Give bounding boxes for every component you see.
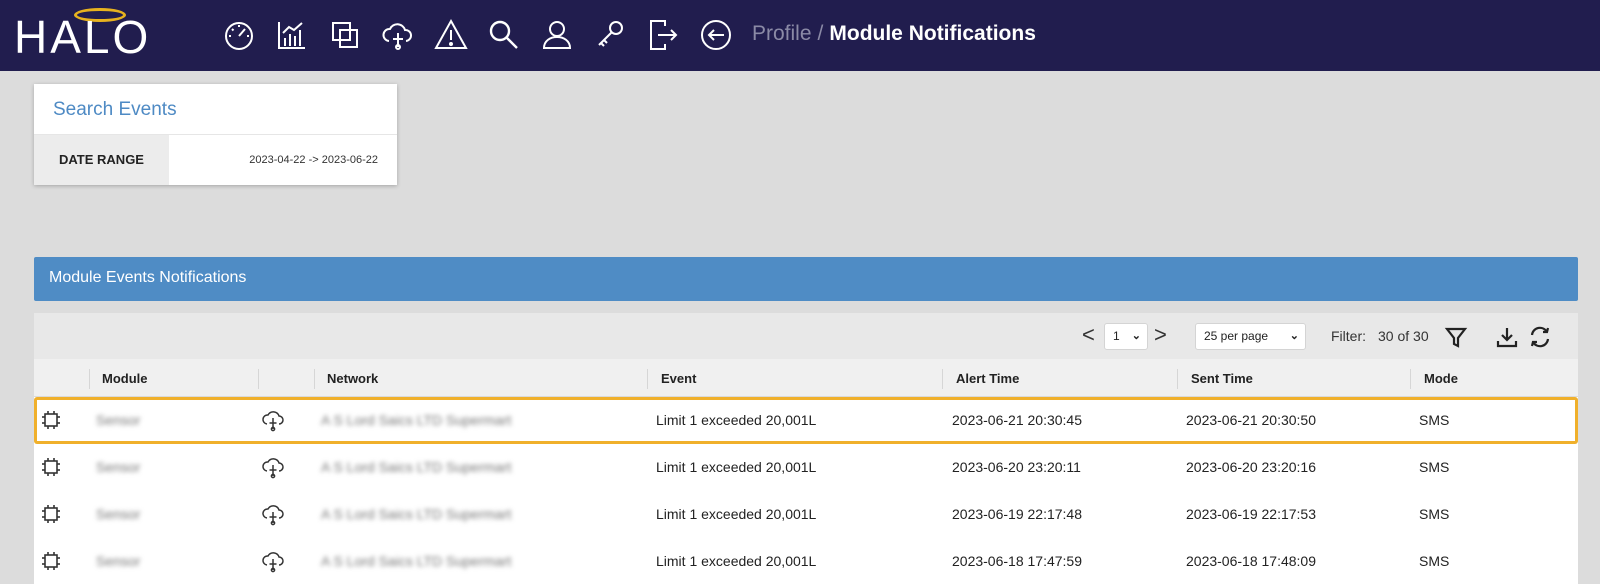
network-cell: A S Lord Saics LTD Supermart [321,412,512,428]
search-events-card: Search Events DATE RANGE 2023-04-22 -> 2… [34,84,397,185]
sent-time-cell: 2023-06-18 17:48:09 [1186,553,1316,569]
column-header-network[interactable]: Network [327,371,378,386]
key-icon[interactable] [591,16,629,54]
table-row[interactable]: Sensor A S Lord Saics LTD Supermart Limi… [34,397,1578,444]
logo-text: HALO [14,11,152,63]
column-divider [258,369,259,389]
column-divider [1177,369,1178,389]
event-cell: Limit 1 exceeded 20,001L [656,412,817,428]
date-range-picker[interactable]: 2023-04-22 -> 2023-06-22 [169,135,397,185]
cloud-network-icon[interactable] [379,16,417,54]
table-row[interactable]: Sensor A S Lord Saics LTD Supermart Limi… [34,444,1578,491]
column-header-alert-time[interactable]: Alert Time [956,371,1019,386]
per-page-value: 25 per page [1204,329,1269,343]
copy-icon[interactable] [326,16,364,54]
column-divider [647,369,648,389]
search-icon[interactable] [485,16,523,54]
module-cell: Sensor [96,412,141,428]
column-divider [314,369,315,389]
sent-time-cell: 2023-06-20 23:20:16 [1186,459,1316,475]
alert-time-cell: 2023-06-18 17:47:59 [952,553,1082,569]
refresh-icon[interactable] [1528,325,1552,349]
column-header-event[interactable]: Event [661,371,696,386]
top-nav-bar: HALO Profile / Module Notifications [0,0,1600,71]
warning-icon[interactable] [432,16,470,54]
breadcrumb-profile-link[interactable]: Profile [752,22,812,45]
event-cell: Limit 1 exceeded 20,001L [656,506,817,522]
mode-cell: SMS [1419,506,1450,522]
column-divider [1410,369,1411,389]
cloud-network-icon [262,411,284,432]
module-cell: Sensor [96,553,141,569]
nav-icon-bar [220,16,750,54]
date-range-row: DATE RANGE 2023-04-22 -> 2023-06-22 [34,135,397,185]
module-cell: Sensor [96,459,141,475]
chip-icon [42,458,60,476]
panel-title: Module Events Notifications [34,257,1578,301]
chevron-left-icon[interactable]: < [1082,324,1095,346]
filter-label: Filter: [1331,328,1366,344]
column-header-sent-time[interactable]: Sent Time [1191,371,1253,386]
logout-icon[interactable] [644,16,682,54]
back-arrow-icon[interactable] [697,16,735,54]
alert-time-cell: 2023-06-20 23:20:11 [952,459,1081,475]
module-cell: Sensor [96,506,141,522]
chevron-down-icon: ⌄ [1289,330,1299,342]
column-header-module[interactable]: Module [102,371,148,386]
cloud-network-icon [262,458,284,479]
cloud-network-icon [262,505,284,526]
event-cell: Limit 1 exceeded 20,001L [656,459,817,475]
mode-cell: SMS [1419,459,1450,475]
network-cell: A S Lord Saics LTD Supermart [321,506,512,522]
chart-icon[interactable] [273,16,311,54]
breadcrumb: Profile / Module Notifications [752,20,1036,48]
sent-time-cell: 2023-06-19 22:17:53 [1186,506,1316,522]
table-header: Module Network Event Alert Time Sent Tim… [34,359,1578,397]
search-events-title: Search Events [34,84,397,135]
filter-count: 30 of 30 [1378,328,1429,344]
chevron-down-icon: ⌄ [1131,330,1141,342]
event-cell: Limit 1 exceeded 20,001L [656,553,817,569]
network-cell: A S Lord Saics LTD Supermart [321,553,512,569]
column-header-mode[interactable]: Mode [1424,371,1458,386]
chevron-right-icon[interactable]: > [1154,324,1167,346]
sent-time-cell: 2023-06-21 20:30:50 [1186,412,1316,428]
alert-time-cell: 2023-06-19 22:17:48 [952,506,1082,522]
cloud-network-icon [262,552,284,573]
breadcrumb-separator: / [817,22,824,45]
table-row[interactable]: Sensor A S Lord Saics LTD Supermart Limi… [34,538,1578,584]
per-page-select[interactable]: 25 per page ⌄ [1195,323,1306,350]
column-divider [942,369,943,389]
chip-icon [42,411,60,429]
chip-icon [42,505,60,523]
alert-time-cell: 2023-06-21 20:30:45 [952,412,1082,428]
network-cell: A S Lord Saics LTD Supermart [321,459,512,475]
page-select[interactable]: 1 ⌄ [1104,323,1148,350]
table-toolbar: < 1 ⌄ > 25 per page ⌄ Filter: 30 of 30 [34,313,1578,359]
page-title: Module Notifications [829,22,1036,45]
dashboard-gauge-icon[interactable] [220,16,258,54]
module-events-table: < 1 ⌄ > 25 per page ⌄ Filter: 30 of 30 M… [34,313,1578,584]
table-row[interactable]: Sensor A S Lord Saics LTD Supermart Limi… [34,491,1578,538]
mode-cell: SMS [1419,412,1450,428]
mode-cell: SMS [1419,553,1450,569]
chip-icon [42,552,60,570]
column-divider [89,369,90,389]
user-icon[interactable] [538,16,576,54]
download-icon[interactable] [1495,325,1519,349]
filter-icon[interactable] [1444,325,1468,349]
halo-logo[interactable]: HALO [14,8,196,63]
page-select-value: 1 [1113,329,1120,343]
date-range-label: DATE RANGE [34,135,169,185]
